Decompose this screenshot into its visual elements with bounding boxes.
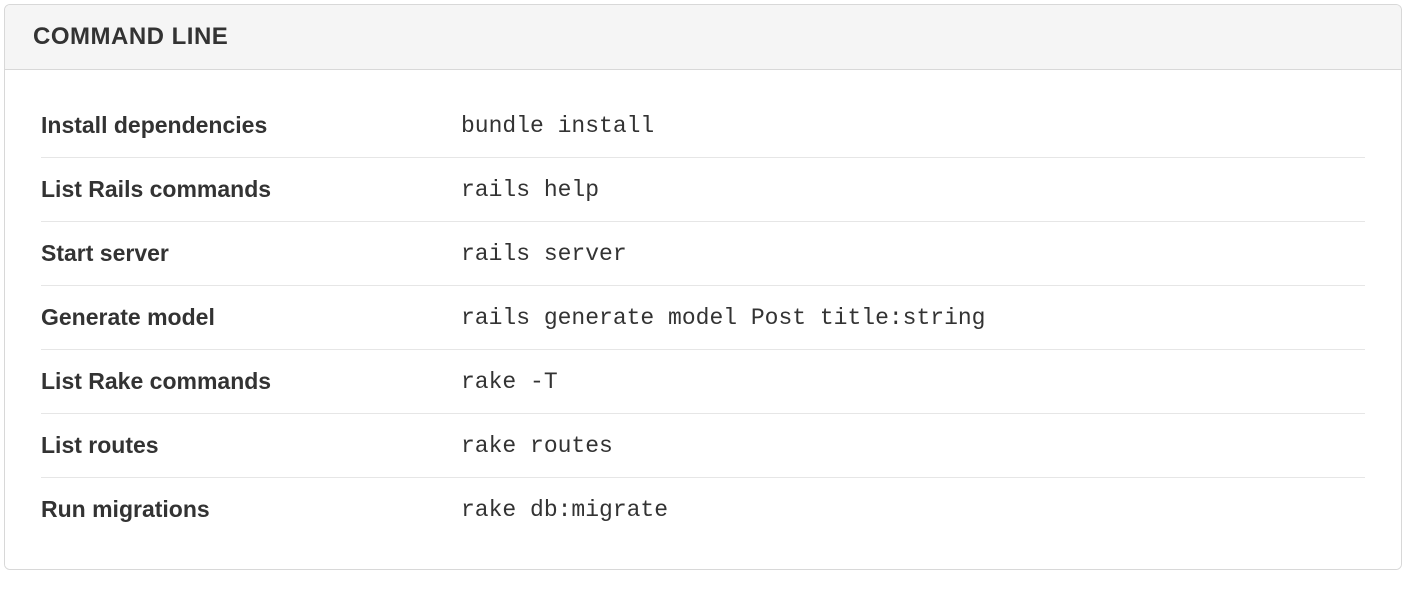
command-label: Start server bbox=[41, 222, 461, 286]
command-value: rails generate model Post title:string bbox=[461, 286, 1365, 350]
command-label: List Rake commands bbox=[41, 350, 461, 414]
command-value: rake db:migrate bbox=[461, 478, 1365, 542]
table-row: Run migrations rake db:migrate bbox=[41, 478, 1365, 542]
command-value: rails help bbox=[461, 158, 1365, 222]
table-row: List Rake commands rake -T bbox=[41, 350, 1365, 414]
panel-header: COMMAND LINE bbox=[5, 5, 1401, 70]
command-value: rake routes bbox=[461, 414, 1365, 478]
command-label: List routes bbox=[41, 414, 461, 478]
command-label: List Rails commands bbox=[41, 158, 461, 222]
command-label: Generate model bbox=[41, 286, 461, 350]
commands-table: Install dependencies bundle install List… bbox=[41, 94, 1365, 541]
command-value: rake -T bbox=[461, 350, 1365, 414]
command-line-panel: COMMAND LINE Install dependencies bundle… bbox=[4, 4, 1402, 570]
table-row: List Rails commands rails help bbox=[41, 158, 1365, 222]
command-value: rails server bbox=[461, 222, 1365, 286]
command-label: Run migrations bbox=[41, 478, 461, 542]
command-label: Install dependencies bbox=[41, 94, 461, 158]
section-title: COMMAND LINE bbox=[33, 23, 1373, 51]
table-row: Generate model rails generate model Post… bbox=[41, 286, 1365, 350]
command-value: bundle install bbox=[461, 94, 1365, 158]
table-row: Install dependencies bundle install bbox=[41, 94, 1365, 158]
table-row: Start server rails server bbox=[41, 222, 1365, 286]
panel-body: Install dependencies bundle install List… bbox=[5, 70, 1401, 569]
table-row: List routes rake routes bbox=[41, 414, 1365, 478]
